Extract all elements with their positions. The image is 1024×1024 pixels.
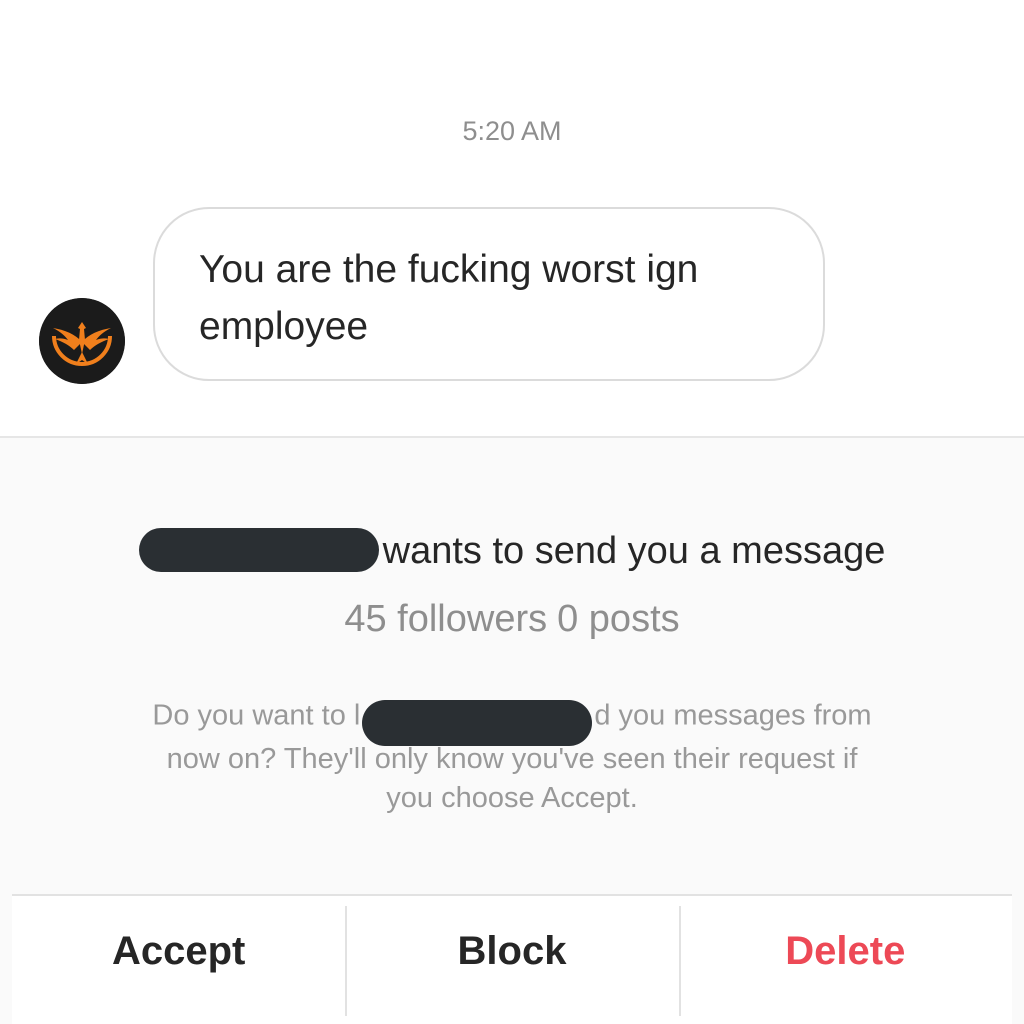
message-text-line: You are the fucking worst ign — [199, 248, 699, 291]
request-description-line: Do you want to l d you messages from — [82, 694, 942, 746]
redacted-username — [138, 527, 379, 572]
message-bubble[interactable]: You are the fucking worst ign employee — [153, 207, 825, 381]
message-timestamp: 5:20 AM — [462, 116, 562, 146]
block-button[interactable]: Block — [345, 896, 678, 1024]
message-request-screen: 5:20 AM You are the fucking worst ign em… — [0, 0, 1024, 1024]
followers-count: 45 followers — [344, 598, 548, 640]
request-description: Do you want to ld you messages from now … — [82, 694, 942, 818]
sender-avatar[interactable] — [39, 298, 125, 384]
description-text: Do you want to l — [152, 699, 361, 732]
message-text: You are the fucking worst ign employee — [199, 241, 779, 355]
phoenix-emblem-icon — [39, 298, 125, 384]
request-description-line: you choose Accept. — [386, 782, 638, 814]
request-title-text: wants to send you a message — [382, 530, 886, 572]
requester-stats: 45 followers 0 posts — [0, 598, 1024, 641]
description-text: d you messages from — [594, 699, 872, 732]
posts-count: 0 posts — [557, 598, 680, 640]
request-action-bar: Accept Block Delete — [12, 894, 1012, 1024]
accept-button[interactable]: Accept — [12, 896, 345, 1024]
redacted-text — [362, 700, 593, 746]
message-text-line: employee — [199, 305, 369, 348]
request-title: wants to send you a message — [0, 527, 1024, 575]
delete-button[interactable]: Delete — [678, 896, 1012, 1024]
